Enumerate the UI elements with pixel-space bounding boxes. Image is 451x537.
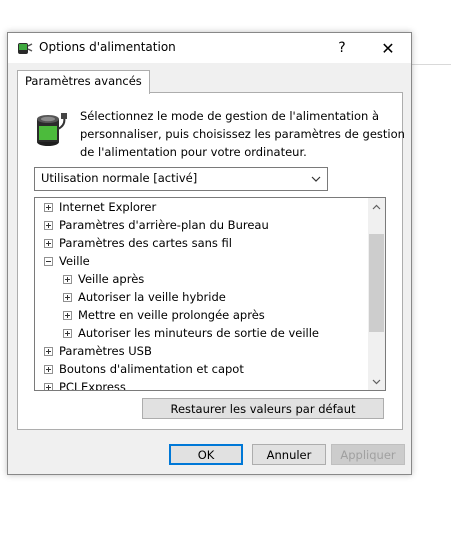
scroll-up-arrow-icon[interactable] [368, 198, 385, 215]
expand-icon[interactable] [44, 382, 53, 390]
expand-icon[interactable] [44, 220, 53, 230]
ok-button[interactable]: OK [169, 444, 243, 465]
tab-advanced-settings[interactable]: Paramètres avancés [17, 70, 150, 94]
tree-item-desktop-background[interactable]: Paramètres d'arrière-plan du Bureau [44, 216, 269, 234]
tree-item-label: Paramètres USB [59, 344, 152, 358]
tree-scrollbar[interactable] [368, 198, 385, 390]
expand-icon[interactable] [63, 292, 72, 302]
tree-item-label: Boutons d'alimentation et capot [59, 362, 244, 376]
tree-item-label: Paramètres d'arrière-plan du Bureau [59, 218, 269, 232]
settings-tree: Internet Explorer Paramètres d'arrière-p… [34, 197, 386, 391]
tree-item-wireless-adapter[interactable]: Paramètres des cartes sans fil [44, 234, 232, 252]
tree-item-label: PCI Express [59, 380, 126, 390]
battery-plug-icon [34, 111, 70, 149]
description-line: personnaliser, puis choisissez les param… [80, 127, 405, 141]
scrollbar-thumb[interactable] [369, 234, 384, 332]
expand-icon[interactable] [63, 328, 72, 338]
title-bar[interactable]: Options d'alimentation ? ✕ [8, 33, 411, 63]
tree-item-internet-explorer[interactable]: Internet Explorer [44, 198, 156, 216]
tree-item-label: Internet Explorer [59, 200, 157, 214]
description-text: Sélectionnez le mode de gestion de l'ali… [80, 107, 405, 161]
advanced-settings-panel: Sélectionnez le mode de gestion de l'ali… [17, 92, 405, 430]
tree-item-usb-settings[interactable]: Paramètres USB [44, 342, 152, 360]
tree-item-label: Mettre en veille prolongée après [78, 308, 265, 322]
expand-icon[interactable] [63, 310, 72, 320]
tree-item-power-buttons-lid[interactable]: Boutons d'alimentation et capot [44, 360, 244, 378]
expand-icon[interactable] [63, 274, 72, 284]
tree-item-sleep-after[interactable]: Veille après [63, 270, 144, 288]
collapse-icon[interactable] [44, 256, 53, 266]
tree-item-label: Veille après [78, 272, 145, 286]
window-title: Options d'alimentation [39, 40, 176, 54]
description-line: de l'alimentation pour votre ordinateur. [80, 145, 307, 159]
tree-item-wake-timers[interactable]: Autoriser les minuteurs de sortie de vei… [63, 324, 319, 342]
power-plan-select[interactable]: Utilisation normale [activé] [34, 167, 328, 191]
expand-icon[interactable] [44, 346, 53, 356]
tree-item-sleep[interactable]: Veille [44, 252, 90, 270]
apply-button[interactable]: Appliquer [331, 444, 405, 465]
tree-item-label: Paramètres des cartes sans fil [59, 236, 232, 250]
chevron-down-icon [311, 173, 321, 183]
description-line: Sélectionnez le mode de gestion de l'ali… [80, 109, 380, 123]
settings-tree-rows: Internet Explorer Paramètres d'arrière-p… [35, 198, 367, 390]
power-plan-select-value: Utilisation normale [activé] [41, 171, 198, 185]
tree-item-label: Autoriser les minuteurs de sortie de vei… [78, 326, 320, 340]
scroll-down-arrow-icon[interactable] [368, 373, 385, 390]
tree-item-label: Autoriser la veille hybride [78, 290, 226, 304]
help-button[interactable]: ? [322, 33, 362, 63]
restore-defaults-button[interactable]: Restaurer les valeurs par défaut [142, 398, 384, 419]
power-options-dialog: Options d'alimentation ? ✕ Paramètres av… [7, 32, 412, 475]
tree-item-label: Veille [59, 254, 90, 268]
expand-icon[interactable] [44, 364, 53, 374]
tree-item-hybrid-sleep[interactable]: Autoriser la veille hybride [63, 288, 226, 306]
cancel-button[interactable]: Annuler [252, 444, 326, 465]
tree-item-hibernate-after[interactable]: Mettre en veille prolongée après [63, 306, 265, 324]
tree-item-pci-express[interactable]: PCI Express [44, 378, 126, 390]
background-divider [410, 64, 451, 65]
close-button[interactable]: ✕ [368, 33, 408, 63]
power-options-icon [16, 40, 34, 56]
expand-icon[interactable] [44, 202, 53, 212]
expand-icon[interactable] [44, 238, 53, 248]
